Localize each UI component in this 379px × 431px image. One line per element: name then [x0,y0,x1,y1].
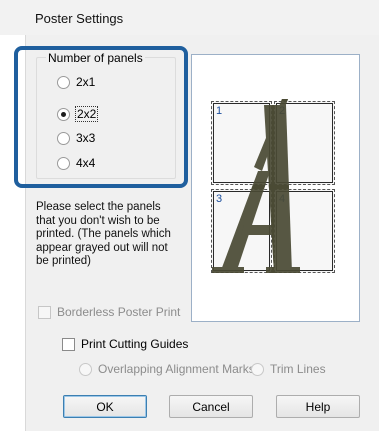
panel-number: 2 [279,105,286,117]
checkbox-box[interactable] [38,305,51,319]
radio-button[interactable] [79,362,92,376]
radio-button[interactable] [251,362,264,376]
preview-panel-4[interactable]: 4 [274,189,335,273]
title-bar: Poster Settings [0,0,379,35]
checkbox-label: Print Cutting Guides [81,337,189,351]
poster-settings-dialog: Poster Settings Number of panels 2x1 2x2… [0,0,379,431]
print-cutting-guides-checkbox[interactable]: Print Cutting Guides [62,336,188,352]
panel-number: 4 [279,193,286,205]
panel-number: 3 [216,193,223,205]
radio-label: Overlapping Alignment Marks [98,362,255,376]
callout-highlight-frame [14,46,188,188]
checkbox-label: Borderless Poster Print [57,305,181,319]
preview-panel-1[interactable]: 1 [211,101,272,185]
checkbox-box[interactable] [62,337,75,351]
borderless-poster-print-checkbox[interactable]: Borderless Poster Print [38,304,180,320]
window-title: Poster Settings [35,11,124,26]
preview-panel-2[interactable]: 2 [274,101,335,185]
poster-preview: 1 2 3 4 [191,54,360,322]
radio-label: Trim Lines [270,362,326,376]
instruction-text: Please select the panels that you don't … [36,201,171,267]
cancel-button[interactable]: Cancel [169,395,253,418]
preview-panel-3[interactable]: 3 [211,189,272,273]
overlapping-alignment-marks-radio[interactable]: Overlapping Alignment Marks [79,361,255,377]
ok-button[interactable]: OK [63,395,147,418]
help-button[interactable]: Help [276,395,360,418]
panel-number: 1 [216,105,223,117]
trim-lines-radio[interactable]: Trim Lines [251,361,326,377]
